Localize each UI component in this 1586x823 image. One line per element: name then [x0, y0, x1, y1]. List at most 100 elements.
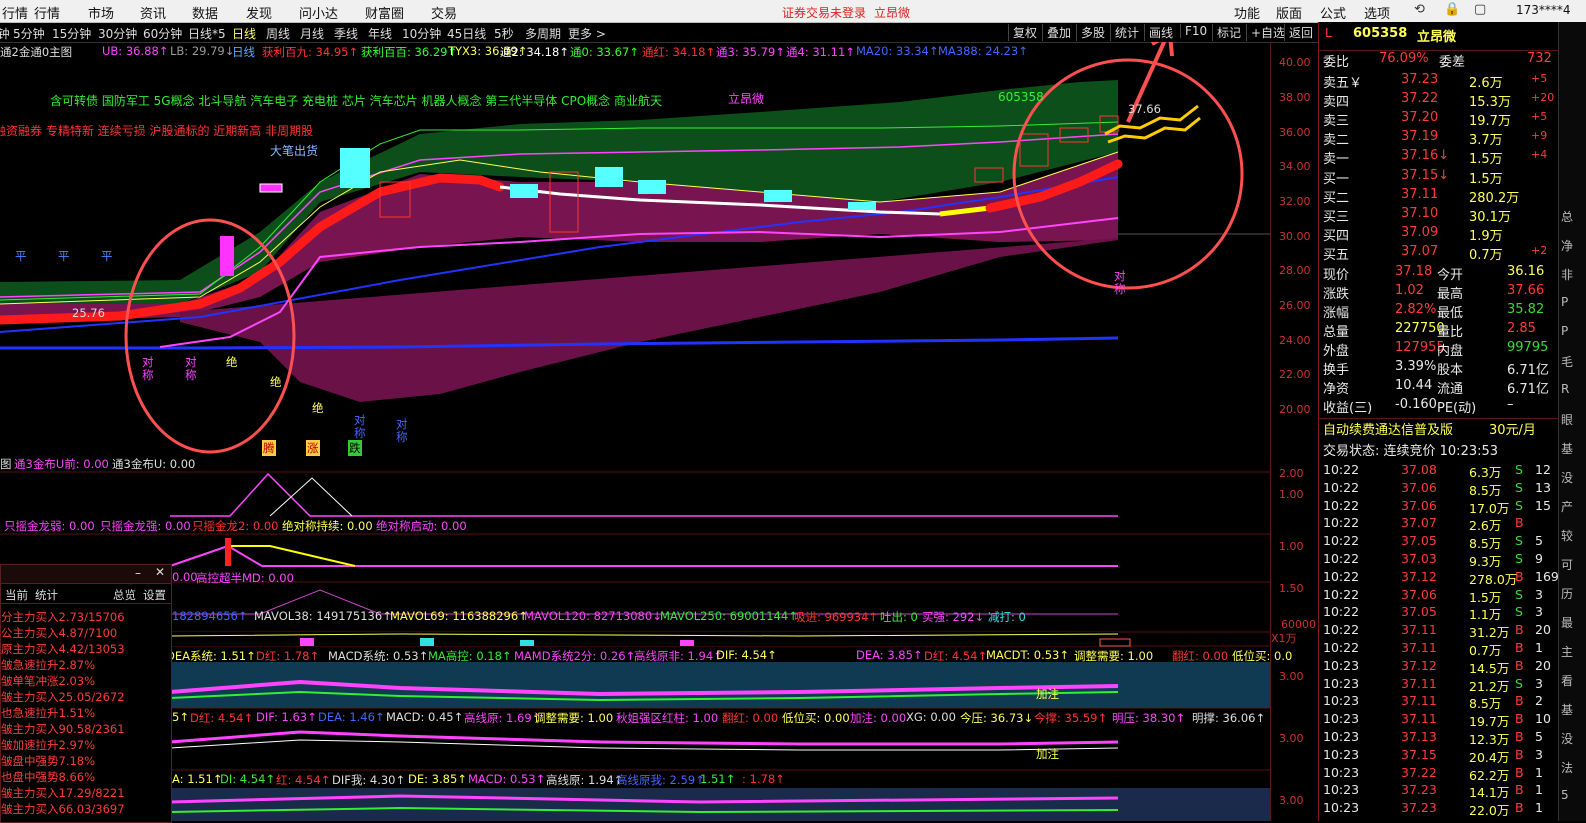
- popup-tab-current[interactable]: 当前: [5, 587, 28, 603]
- menu-item-function[interactable]: 功能: [1234, 3, 1260, 22]
- order-volume: 280.2万: [1469, 191, 1520, 206]
- macd2-value: 低位买: 0.00: [782, 711, 850, 725]
- popup-row[interactable]: 公主力买入4.87/7100: [1, 625, 171, 641]
- popup-tab-settings[interactable]: 设置: [143, 587, 166, 603]
- f10-button[interactable]: F10: [1180, 24, 1207, 38]
- popup-row[interactable]: 皱单笔冲涨2.03%: [1, 673, 171, 689]
- tick-row: 10:22 37.05 1.1万 S 3: [1319, 604, 1559, 622]
- ad-banner[interactable]: 自动续费通达信普及版 30元/月: [1319, 418, 1559, 438]
- period-45day[interactable]: 45日线: [447, 25, 486, 42]
- period-10min[interactable]: 10分钟: [402, 25, 441, 42]
- tick-count: 5: [1535, 533, 1543, 549]
- menu-item-formula[interactable]: 公式: [1320, 3, 1346, 22]
- buy-level-row[interactable]: 买二 37.11 280.2万: [1319, 187, 1559, 206]
- popup-row[interactable]: 也盘中强势8.66%: [1, 769, 171, 785]
- menu-item-market[interactable]: 市场: [88, 3, 114, 22]
- draw-line-button[interactable]: 画线: [1144, 24, 1173, 41]
- close-icon[interactable]: ✕: [155, 565, 165, 579]
- menu-item-trade[interactable]: 交易: [431, 3, 457, 22]
- sell-level-row[interactable]: 卖二 37.19 3.7万 +9: [1319, 129, 1559, 148]
- restore-rights-button[interactable]: 复权: [1008, 24, 1037, 41]
- ad-price[interactable]: 30元/月: [1489, 419, 1536, 438]
- popup-row[interactable]: 原主力买入4.42/13053: [1, 641, 171, 657]
- minimize-icon[interactable]: –: [135, 566, 141, 580]
- menu-item-discover[interactable]: 发现: [246, 3, 272, 22]
- tick-time: 10:22: [1323, 479, 1360, 495]
- popup-tab-overview[interactable]: 总览: [113, 587, 136, 603]
- period-quarter[interactable]: 季线: [334, 25, 358, 42]
- user-account[interactable]: 173****4: [1516, 3, 1571, 17]
- menu-item-ask[interactable]: 问小达: [299, 3, 338, 22]
- tick-row: 10:23 37.11 8.5万 B 2: [1319, 693, 1559, 711]
- mark-button[interactable]: 标记: [1212, 24, 1241, 41]
- tick-count: 5: [1535, 729, 1543, 744]
- popup-row[interactable]: 皱急速拉升2.87%: [1, 657, 171, 673]
- concepts-line-2: 融资融券 专精特新 连续亏损 沪股通标的 近期新高 非周期股: [0, 124, 314, 138]
- buy-level-row[interactable]: 买四 37.09 1.9万: [1319, 225, 1559, 244]
- popup-row[interactable]: 皱主力买入17.29/8221: [1, 785, 171, 801]
- y-tick-label: 1.50: [1279, 582, 1304, 595]
- menu-item-fortune[interactable]: 财富圈: [365, 3, 404, 22]
- popup-row-prefix: 分: [1, 610, 13, 624]
- period-1min[interactable]: 1分钟: [0, 25, 10, 42]
- window-icon[interactable]: ▢: [1474, 2, 1486, 17]
- tick-price: 37.11: [1401, 711, 1437, 727]
- tick-price: 37.05: [1401, 604, 1437, 620]
- period-year[interactable]: 年线: [368, 25, 392, 42]
- menu-item-news[interactable]: 资讯: [140, 3, 166, 22]
- back-button[interactable]: 返回: [1284, 24, 1313, 41]
- popup-row[interactable]: 也急速拉升1.51%: [1, 705, 171, 721]
- menu-item-data[interactable]: 数据: [192, 3, 218, 22]
- period-day[interactable]: 日线: [232, 25, 256, 42]
- popup-row[interactable]: 分主力买入2.73/15706: [1, 609, 171, 625]
- login-warning[interactable]: 证券交易未登录: [782, 4, 866, 21]
- period-15min[interactable]: 15分钟: [52, 25, 91, 42]
- period-5sec[interactable]: 5秒: [494, 25, 514, 42]
- tick-time: 10:22: [1323, 515, 1360, 531]
- sell-level-row[interactable]: 卖三 37.20 19.7万 +5: [1319, 110, 1559, 129]
- candle: [340, 148, 370, 188]
- buy-level-row[interactable]: 买一 37.15↓ 1.5万: [1319, 168, 1559, 187]
- menu-item-quotes[interactable]: 行情: [34, 3, 60, 22]
- menu-item-layout[interactable]: 版面: [1276, 3, 1302, 22]
- tick-count: 9: [1535, 551, 1543, 566]
- sub2-value-a: 只摇金龙弱: 0.00: [4, 519, 95, 533]
- multi-stock-button[interactable]: 多股: [1076, 24, 1105, 41]
- level-badge-icon: L: [1325, 26, 1332, 40]
- sell-level-row[interactable]: 卖四 37.22 15.3万 +20: [1319, 91, 1559, 110]
- indicator-main-name[interactable]: 通2金通0主图: [0, 44, 72, 60]
- period-week[interactable]: 周线: [266, 25, 290, 42]
- side-strip-char: R: [1561, 382, 1570, 396]
- menu-item-options[interactable]: 选项: [1364, 3, 1390, 22]
- lock-icon[interactable]: 🔒: [1444, 2, 1460, 17]
- period-60min[interactable]: 60分钟: [143, 25, 182, 42]
- alert-popup[interactable]: – ✕ 当前 统计 总览 设置 分主力买入2.73/15706 公主力买入4.87…: [0, 564, 172, 823]
- sub1-title[interactable]: 图: [0, 456, 12, 472]
- add-favorite-button[interactable]: +自选: [1246, 24, 1285, 41]
- period-multi[interactable]: 多周期: [525, 25, 561, 42]
- menu-item-quotes[interactable]: 行情: [2, 3, 28, 22]
- tick-time: 10:22: [1323, 462, 1360, 477]
- macd2-value: 今压: 36.73↓: [960, 711, 1034, 725]
- buy-level-row[interactable]: 买三 37.10 30.1万: [1319, 206, 1559, 225]
- kline-chart[interactable]: [0, 42, 1270, 821]
- refresh-icon[interactable]: ⟲: [1414, 2, 1425, 17]
- stats-button[interactable]: 统计: [1110, 24, 1139, 41]
- sell-level-row[interactable]: 卖一 37.16↓ 1.5万 +4: [1319, 148, 1559, 167]
- period-day5[interactable]: 日线*5: [188, 25, 226, 42]
- period-more[interactable]: 更多 >: [568, 25, 606, 42]
- popup-row[interactable]: 皱主力买入90.58/2361: [1, 721, 171, 737]
- overlay-button[interactable]: 叠加: [1042, 24, 1071, 41]
- buy-level-row[interactable]: 买五 37.07 0.7万 +2: [1319, 244, 1559, 263]
- popup-row-value: 1.51%: [58, 706, 96, 720]
- sell-level-row[interactable]: 卖五￥ 37.23 2.6万 +5: [1319, 72, 1559, 91]
- popup-row[interactable]: 皱加速拉升2.97%: [1, 737, 171, 753]
- period-month[interactable]: 月线: [300, 25, 324, 42]
- ad-text[interactable]: 自动续费通达信普及版: [1323, 419, 1453, 438]
- popup-row[interactable]: 皱主力买入25.05/2672: [1, 689, 171, 705]
- period-30min[interactable]: 30分钟: [98, 25, 137, 42]
- popup-row[interactable]: 皱盘中强势7.18%: [1, 753, 171, 769]
- popup-row[interactable]: 皱主力买入66.03/3697: [1, 801, 171, 817]
- period-5min[interactable]: 5分钟: [13, 25, 45, 42]
- popup-tab-stats[interactable]: 统计: [35, 587, 58, 603]
